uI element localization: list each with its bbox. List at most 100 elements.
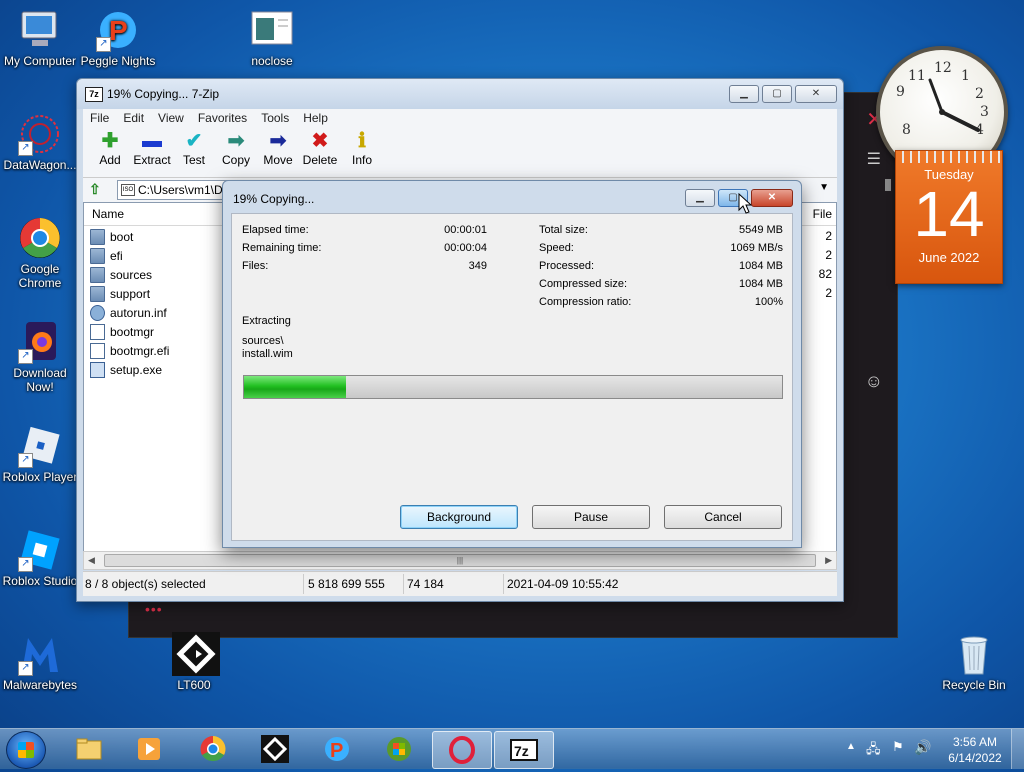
taskbar-lt600[interactable] bbox=[246, 731, 304, 767]
desktop-icon-download-now[interactable]: ↗ Download Now! bbox=[0, 320, 80, 394]
cancel-button[interactable]: Cancel bbox=[664, 505, 782, 529]
emoji-icon[interactable]: ☺ bbox=[865, 371, 883, 392]
desktop-icon-noclose[interactable]: noclose bbox=[232, 8, 312, 68]
lt600-icon bbox=[261, 735, 289, 763]
list-item[interactable]: setup.exe bbox=[90, 360, 169, 379]
delete-button[interactable]: ✖ Delete bbox=[299, 127, 341, 177]
copy-button[interactable]: ➡ Copy bbox=[215, 127, 257, 177]
calendar-day: 14 bbox=[913, 178, 985, 250]
svg-text:P: P bbox=[109, 15, 128, 46]
start-button[interactable] bbox=[6, 731, 46, 769]
scroll-left-icon[interactable]: ◀ bbox=[88, 552, 95, 569]
7zip-icon: 7z bbox=[510, 736, 538, 764]
window-icon bbox=[250, 8, 294, 52]
stat-files: Files: 349 bbox=[242, 260, 487, 272]
menu-help[interactable]: Help bbox=[296, 109, 335, 127]
horizontal-scrollbar[interactable]: ◀ ||| ▶ bbox=[83, 551, 837, 570]
taskbar-explorer[interactable] bbox=[60, 731, 118, 767]
peggle-icon: P bbox=[323, 735, 351, 763]
scrollbar-thumb[interactable]: ||| bbox=[104, 554, 816, 567]
pause-button[interactable]: Pause bbox=[532, 505, 650, 529]
tray-clock[interactable]: 3:56 AM 6/14/2022 bbox=[946, 734, 1004, 766]
desktop-icon-roblox-player[interactable]: ↗ Roblox Player bbox=[0, 424, 80, 484]
volume-icon[interactable]: 🔊 bbox=[914, 739, 931, 756]
plus-icon: ✚ bbox=[101, 130, 119, 152]
scroll-right-icon[interactable]: ▶ bbox=[825, 552, 832, 569]
taskbar-opera[interactable] bbox=[432, 731, 492, 769]
taskbar-7zip[interactable]: 7z bbox=[494, 731, 554, 769]
info-icon: ℹ bbox=[358, 130, 366, 152]
list-item[interactable]: autorun.inf bbox=[90, 303, 169, 322]
windows-orb-icon bbox=[385, 735, 413, 763]
list-item[interactable]: support bbox=[90, 284, 169, 303]
menu-edit[interactable]: Edit bbox=[116, 109, 151, 127]
desktop-icon-chrome[interactable]: Google Chrome bbox=[0, 216, 80, 290]
stat-total-size: Total size: 5549 MB bbox=[539, 224, 783, 236]
status-selected: 8 / 8 object(s) selected bbox=[85, 577, 206, 591]
menu-file[interactable]: File bbox=[83, 109, 116, 127]
drive-icon: ISO bbox=[121, 184, 135, 196]
status-modified: 2021-04-09 10:55:42 bbox=[507, 577, 619, 591]
stat-processed: Processed: 1084 MB bbox=[539, 260, 783, 272]
settings-sliders-icon[interactable]: ☰ bbox=[867, 149, 881, 169]
add-button[interactable]: ✚ Add bbox=[89, 127, 131, 177]
status-bar: 8 / 8 object(s) selected 5 818 699 555 7… bbox=[83, 571, 837, 596]
extract-button[interactable]: ▬ Extract bbox=[131, 127, 173, 177]
scrollbar[interactable] bbox=[885, 179, 891, 191]
list-item[interactable]: bootmgr.efi bbox=[90, 341, 169, 360]
background-button[interactable]: Background bbox=[400, 505, 518, 529]
close-button[interactable]: ✕ bbox=[795, 85, 837, 103]
info-button[interactable]: ℹ Info bbox=[341, 127, 383, 177]
copy-progress-dialog: 19% Copying... ▁ ▢ ✕ Elapsed time: 00:00… bbox=[222, 180, 802, 548]
action-center-icon[interactable]: ⚑ bbox=[892, 739, 904, 755]
taskbar-windows-orb[interactable] bbox=[370, 731, 428, 767]
progress-bar-fill bbox=[244, 376, 347, 398]
minimize-button[interactable]: ▁ bbox=[729, 85, 759, 103]
operation-label: Extracting bbox=[242, 315, 291, 327]
close-button[interactable]: ✕ bbox=[751, 189, 793, 207]
file-column-values: 2 2 82 2 bbox=[818, 229, 832, 300]
desktop-icon-recycle-bin[interactable]: Recycle Bin bbox=[934, 632, 1014, 692]
folder-up-icon[interactable]: ⇧ bbox=[89, 181, 105, 197]
show-hidden-icons-icon[interactable]: ▲ bbox=[846, 741, 856, 752]
list-item[interactable]: bootmgr bbox=[90, 322, 169, 341]
stat-compression-ratio: Compression ratio: 100% bbox=[539, 296, 783, 308]
menu-tools[interactable]: Tools bbox=[254, 109, 296, 127]
maximize-button[interactable]: ▢ bbox=[762, 85, 792, 103]
tray-time: 3:56 AM bbox=[952, 735, 998, 749]
check-icon: ✔ bbox=[185, 130, 203, 152]
firefox-icon: ↗ bbox=[18, 320, 62, 364]
desktop-icon-datawagon[interactable]: ↗ DataWagon... bbox=[0, 112, 80, 172]
more-dots-icon[interactable]: ••• bbox=[145, 601, 163, 617]
column-file[interactable]: File bbox=[813, 207, 832, 221]
list-item[interactable]: boot bbox=[90, 227, 169, 246]
calendar-gadget[interactable]: Tuesday 14 June 2022 bbox=[895, 150, 1003, 284]
title-bar[interactable]: 7z 19% Copying... 7-Zip ▁ ▢ ✕ bbox=[77, 79, 843, 109]
menu-view[interactable]: View bbox=[151, 109, 191, 127]
desktop-icon-my-computer[interactable]: My Computer bbox=[0, 8, 80, 68]
network-icon[interactable]: 🖧 bbox=[866, 740, 881, 762]
folder-icon bbox=[90, 266, 105, 283]
desktop-icon-malwarebytes[interactable]: ↗ Malwarebytes bbox=[0, 632, 80, 692]
menu-favorites[interactable]: Favorites bbox=[191, 109, 254, 127]
desktop-icon-lt600[interactable]: LT600 bbox=[154, 632, 234, 692]
chevron-down-icon[interactable]: ▼ bbox=[819, 182, 829, 193]
move-button[interactable]: ➡ Move bbox=[257, 127, 299, 177]
test-button[interactable]: ✔ Test bbox=[173, 127, 215, 177]
list-item[interactable]: efi bbox=[90, 246, 169, 265]
taskbar-peggle[interactable]: P bbox=[308, 731, 366, 767]
stat-speed: Speed: 1069 MB/s bbox=[539, 242, 783, 254]
desktop-icon-peggle[interactable]: P ↗ Peggle Nights bbox=[78, 8, 158, 68]
taskbar-media-player[interactable] bbox=[120, 731, 178, 767]
mouse-cursor-icon bbox=[738, 193, 752, 214]
minimize-button[interactable]: ▁ bbox=[685, 189, 715, 207]
file-icon bbox=[90, 323, 105, 340]
stat-remaining-time: Remaining time: 00:00:04 bbox=[242, 242, 487, 254]
dialog-title-bar[interactable]: 19% Copying... ▁ ▢ ✕ bbox=[223, 181, 801, 213]
taskbar-chrome[interactable] bbox=[184, 731, 242, 767]
show-desktop-button[interactable] bbox=[1011, 729, 1024, 769]
column-name[interactable]: Name bbox=[92, 207, 124, 221]
list-item[interactable]: sources bbox=[90, 265, 169, 284]
desktop-icon-roblox-studio[interactable]: ↗ Roblox Studio bbox=[0, 528, 80, 588]
copy-arrow-icon: ➡ bbox=[227, 130, 245, 152]
